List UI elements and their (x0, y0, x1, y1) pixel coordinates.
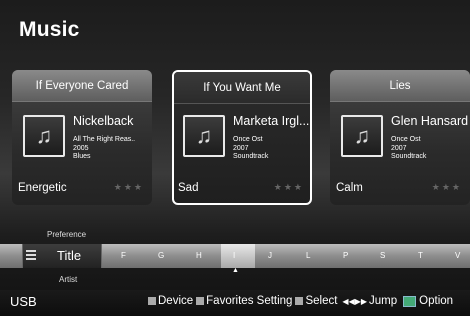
track-album-info: All The Right Reas.. 2005 Blues (73, 136, 135, 162)
track-mood: Calm (336, 182, 363, 194)
album-genre: Soundtrack (391, 153, 427, 160)
album-art-icon: ♫ (183, 115, 225, 157)
track-album-info: Once Ost 2007 Soundtrack (391, 136, 426, 162)
select-hint[interactable]: Select (305, 295, 337, 307)
sort-option-prev[interactable]: Preference (47, 230, 86, 239)
menu-icon (26, 250, 36, 262)
option-hint[interactable]: Option (419, 295, 453, 307)
music-note-icon: ♫ (195, 123, 213, 148)
jump-letter[interactable]: F (121, 251, 126, 260)
track-title: Lies (330, 70, 470, 102)
track-mood: Energetic (18, 182, 67, 194)
jump-letter[interactable]: S (380, 251, 385, 260)
track-card-3[interactable]: Lies ♫ Glen Hansard Once Ost 2007 Soundt… (330, 70, 470, 205)
jump-letter[interactable]: T (418, 251, 423, 260)
music-note-icon: ♫ (35, 123, 53, 148)
rating-stars: ★★★ (431, 182, 462, 192)
color-key-icon (148, 297, 156, 305)
sort-key-current[interactable]: Title (57, 248, 81, 263)
caret-up-icon: ▲ (232, 267, 239, 274)
album-name: Once Ost (391, 136, 421, 143)
track-artist: Glen Hansard (391, 114, 469, 128)
album-name: Once Ost (233, 136, 263, 143)
album-genre: Blues (73, 153, 91, 160)
page-title: Music (19, 18, 80, 41)
device-label: USB (10, 294, 37, 309)
track-card-2-selected[interactable]: If You Want Me ♫ Marketa Irgl... Once Os… (172, 70, 312, 205)
jump-letter[interactable]: H (196, 251, 202, 260)
track-artist: Marketa Irgl... (233, 114, 310, 128)
track-artist: Nickelback (73, 114, 134, 128)
jump-letter[interactable]: V (455, 251, 460, 260)
track-album-info: Once Ost 2007 Soundtrack (233, 136, 268, 162)
album-year: 2007 (233, 144, 249, 152)
track-title: If Everyone Cared (12, 70, 152, 102)
album-art-icon: ♫ (23, 115, 65, 157)
album-genre: Soundtrack (233, 153, 269, 160)
sort-option-next[interactable]: Artist (59, 275, 77, 284)
track-mood: Sad (178, 182, 199, 194)
rewind-forward-icon: ◀◀▶▶ (342, 296, 368, 306)
jump-letter[interactable]: J (268, 251, 272, 260)
jump-hint[interactable]: Jump (369, 295, 397, 307)
key-hints: Device Favorites Setting Select ◀◀▶▶ Jum… (148, 295, 456, 307)
jump-letter[interactable]: I (233, 251, 235, 260)
jump-letter-active[interactable] (221, 244, 255, 268)
tools-icon (403, 295, 417, 307)
jump-letter[interactable]: P (343, 251, 348, 260)
track-card-1[interactable]: If Everyone Cared ♫ Nickelback All The R… (12, 70, 152, 205)
color-key-icon (295, 297, 304, 305)
jump-letter[interactable]: L (306, 251, 310, 260)
album-art-icon: ♫ (341, 115, 383, 157)
color-key-icon (196, 297, 205, 305)
device-hint[interactable]: Device (158, 295, 193, 307)
music-note-icon: ♫ (353, 123, 371, 148)
album-year: 2005 (73, 144, 89, 152)
jump-letter[interactable]: G (158, 251, 164, 260)
album-year: 2007 (391, 144, 407, 152)
rating-stars: ★★★ (273, 182, 304, 192)
album-name: All The Right Reas.. (73, 136, 136, 143)
rating-stars: ★★★ (113, 182, 144, 192)
track-title: If You Want Me (174, 72, 310, 104)
favorites-hint[interactable]: Favorites Setting (206, 295, 292, 307)
